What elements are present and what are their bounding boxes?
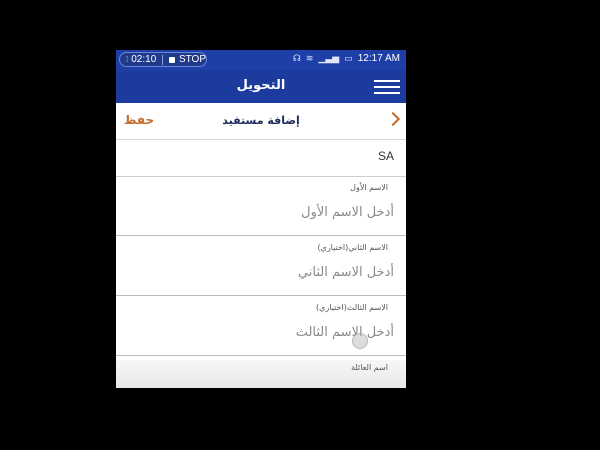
third-name-input[interactable]: أدخل الاسم الثالث xyxy=(296,325,394,340)
field-underline xyxy=(116,355,406,356)
touch-indicator-icon xyxy=(352,333,368,349)
stop-button[interactable]: STOP xyxy=(179,54,206,65)
second-name-field: الاسم الثاني(اختياري) أدخل الاسم الثاني xyxy=(116,237,406,296)
clock: 12:17 AM xyxy=(357,53,400,64)
sub-header-title: إضافة مستفيد xyxy=(222,114,300,127)
wifi-icon: ≋ xyxy=(305,53,314,63)
stop-icon xyxy=(169,56,175,63)
screen-recorder-pill[interactable]: ⁞ 02:10 STOP xyxy=(119,52,207,67)
family-name-field: اسم العائلة xyxy=(116,357,406,388)
field-label: الاسم الأول xyxy=(350,183,388,192)
field-underline xyxy=(116,295,406,296)
divider xyxy=(162,54,164,65)
drag-handle-icon: ⁞ xyxy=(126,55,128,64)
field-label: الاسم الثاني(اختياري) xyxy=(317,243,388,252)
status-bar: ⁞ 02:10 STOP ☊ ≋ ▁▃▅ ▭ 12:17 AM xyxy=(116,50,406,70)
second-name-input[interactable]: أدخل الاسم الثاني xyxy=(298,265,394,280)
field-label: اسم العائلة xyxy=(351,363,388,372)
field-label: الاسم الثالث(اختياري) xyxy=(316,303,388,312)
headset-icon: ☊ xyxy=(292,53,301,63)
signal-icon: ▁▃▅ xyxy=(318,53,340,63)
sub-header: حفظ إضافة مستفيد xyxy=(116,103,406,140)
app-bar: التحويل xyxy=(116,70,406,103)
field-underline xyxy=(116,235,406,236)
country-code-value: SA xyxy=(377,149,394,163)
menu-icon[interactable] xyxy=(374,80,400,94)
recording-time: 02:10 xyxy=(131,54,157,65)
first-name-field: الاسم الأول أدخل الاسم الأول xyxy=(116,177,406,236)
country-code-row[interactable]: SA xyxy=(116,140,406,177)
battery-icon: ▭ xyxy=(344,53,353,63)
phone-screen: ⁞ 02:10 STOP ☊ ≋ ▁▃▅ ▭ 12:17 AM التحويل … xyxy=(116,50,406,388)
first-name-input[interactable]: أدخل الاسم الأول xyxy=(301,205,394,220)
page-title: التحويل xyxy=(236,78,286,93)
status-icons: ☊ ≋ ▁▃▅ ▭ 12:17 AM xyxy=(293,53,400,64)
